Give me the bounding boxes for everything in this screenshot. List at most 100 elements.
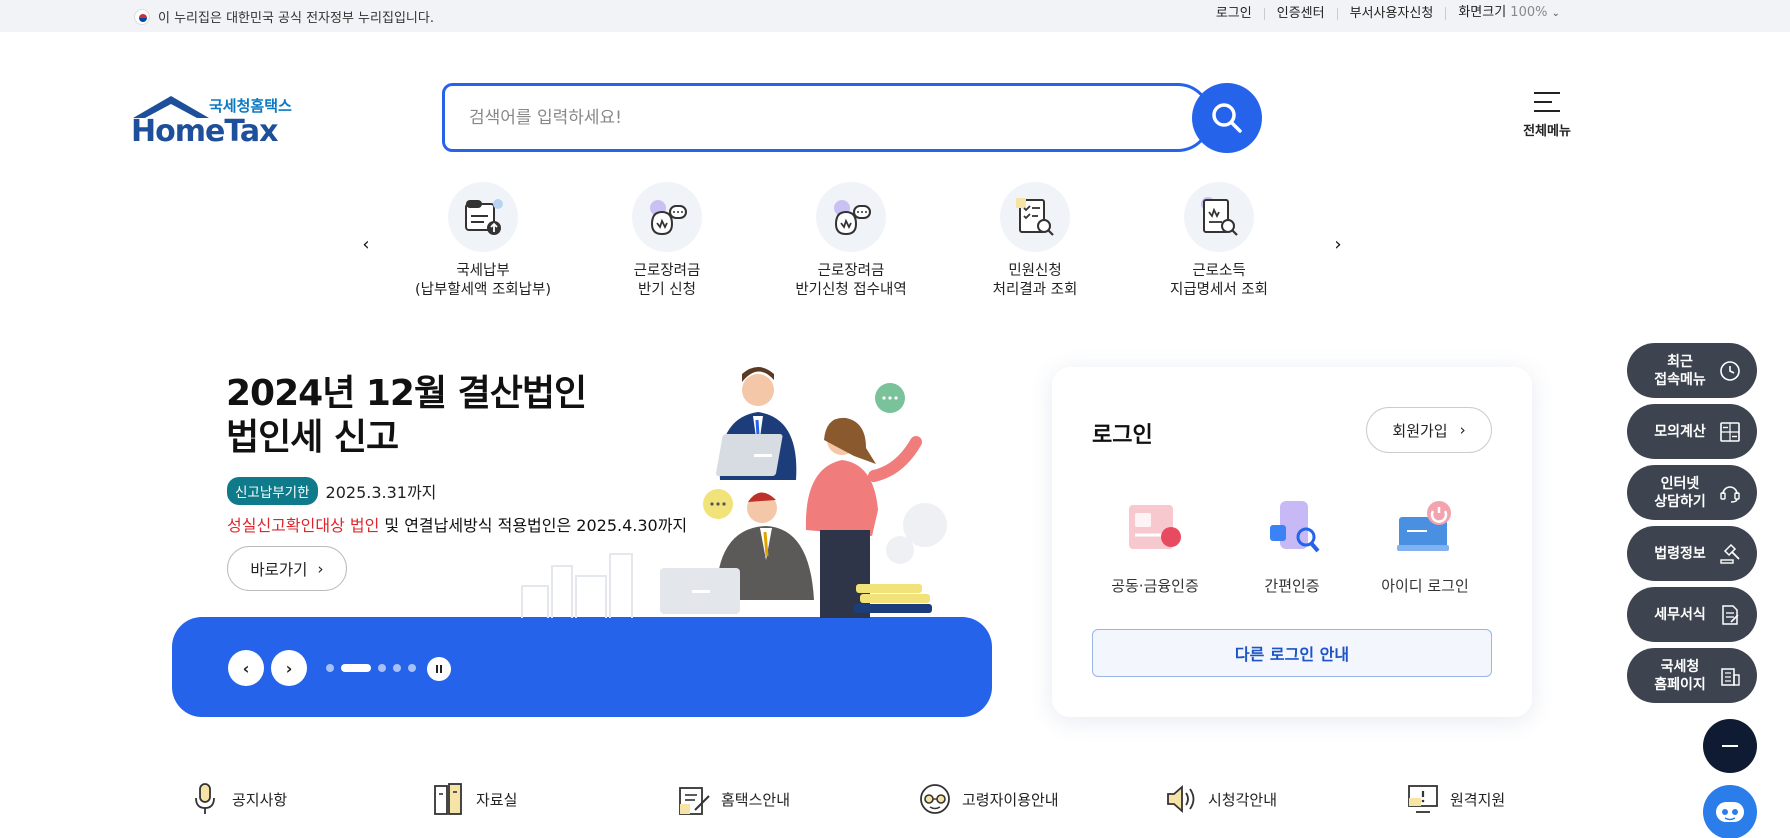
deadline-date: 2025.3.31까지 <box>325 483 437 502</box>
banner-next-button[interactable]: › <box>271 650 307 686</box>
banner-controls: ‹ › <box>172 617 992 717</box>
chevron-down-icon: ⌄ <box>1551 8 1560 19</box>
quick-item-label: 국세납부 (납부할세액 조회납부) <box>415 263 551 298</box>
side-item-label: 국세청 홈페이지 <box>1654 658 1706 693</box>
hometax-logo[interactable]: 국세청홈택스 HomeTax <box>131 92 293 149</box>
banner-prev-button[interactable]: ‹ <box>228 650 264 686</box>
go-button-label: 바로가기 <box>250 560 308 579</box>
login-title: 로그인 <box>1092 423 1153 448</box>
form-icon <box>1722 605 1739 625</box>
gov-notice: 이 누리집은 대한민국 공식 전자정부 누리집입니다. <box>158 11 434 26</box>
quick-prev-button[interactable]: ‹ <box>356 234 376 255</box>
side-calculator[interactable]: 모의계산 <box>1627 404 1757 459</box>
chatbot-button[interactable] <box>1703 785 1757 838</box>
login-option-label: 공동·금융인증 <box>1111 577 1199 595</box>
pagination-dot[interactable] <box>326 664 334 672</box>
quick-item-incentive-apply[interactable]: 근로장려금 반기 신청 <box>577 182 757 300</box>
top-cert-center-link[interactable]: 인증센터 <box>1263 7 1337 20</box>
side-nts-homepage[interactable]: 국세청 홈페이지 <box>1627 648 1757 703</box>
bottom-link-senior[interactable]: 고령자이용안내 <box>918 782 1059 816</box>
join-button[interactable]: 회원가입 › <box>1366 407 1492 453</box>
quick-item-income-statement[interactable]: 근로소득 지급명세서 조회 <box>1129 182 1309 300</box>
login-option-id[interactable]: 아이디 로그인 <box>1360 495 1490 596</box>
id-login-icon <box>1393 495 1457 559</box>
remote-support-icon <box>1408 785 1438 813</box>
join-button-label: 회원가입 <box>1392 421 1448 440</box>
bottom-link-audiovisual[interactable]: 시청각안내 <box>1164 782 1277 816</box>
gavel-icon <box>1720 543 1740 564</box>
bottom-link-label: 고령자이용안내 <box>962 790 1059 809</box>
screen-size-control[interactable]: 화면크기 100% ⌄ <box>1445 5 1572 20</box>
hamburger-icon <box>1534 92 1560 112</box>
login-option-certificate[interactable]: 공동·금융인증 <box>1090 495 1220 596</box>
top-login-link[interactable]: 로그인 <box>1204 7 1264 20</box>
building-icon <box>1721 668 1740 686</box>
civil-result-icon <box>1000 182 1070 252</box>
search-button[interactable] <box>1192 83 1262 153</box>
incentive-apply-icon <box>632 182 702 252</box>
pagination-dot[interactable] <box>408 664 416 672</box>
search-box <box>442 83 1212 152</box>
login-card: 로그인 회원가입 › 공동·금융인증 간편인증 아이디 로그인 다른 로그인 안… <box>1052 367 1532 717</box>
chevron-right-icon: › <box>285 658 293 678</box>
chevron-right-icon: › <box>1459 421 1466 439</box>
login-option-simple[interactable]: 간편인증 <box>1227 495 1357 596</box>
banner-pause-button[interactable] <box>427 657 451 681</box>
gov-banner: 이 누리집은 대한민국 공식 전자정부 누리집입니다. 로그인 인증센터 부서사… <box>0 0 1790 32</box>
login-option-label: 간편인증 <box>1264 577 1320 595</box>
bottom-link-label: 홈택스안내 <box>721 790 791 809</box>
chatbot-icon <box>1716 802 1744 822</box>
bottom-link-notice[interactable]: 공지사항 <box>188 782 287 816</box>
logo-title: HomeTax <box>131 114 279 149</box>
login-option-label: 아이디 로그인 <box>1381 577 1469 595</box>
bottom-link-remote-support[interactable]: 원격지원 <box>1406 782 1505 816</box>
speaker-icon <box>1167 785 1195 813</box>
pagination-dot[interactable] <box>378 664 386 672</box>
pause-icon <box>436 665 438 673</box>
side-law-info[interactable]: 법령정보 <box>1627 526 1757 581</box>
zoom-value: 100% <box>1510 5 1548 20</box>
top-dept-user-link[interactable]: 부서사용자신청 <box>1336 7 1446 20</box>
side-tax-forms[interactable]: 세무서식 <box>1627 587 1757 642</box>
pagination-dot-active[interactable] <box>341 664 371 672</box>
deadline-badge: 신고납부기한 <box>227 477 318 505</box>
guide-icon <box>679 787 710 815</box>
incentive-history-icon <box>816 182 886 252</box>
tax-payment-icon <box>448 182 518 252</box>
pagination-dot[interactable] <box>393 664 401 672</box>
certificate-icon <box>1123 495 1187 559</box>
microphone-icon <box>195 783 215 814</box>
senior-icon <box>920 784 950 814</box>
deadline-row: 신고납부기한 2025.3.31까지 <box>227 477 436 505</box>
income-statement-icon <box>1184 182 1254 252</box>
minus-icon <box>1722 745 1738 747</box>
bottom-link-label: 원격지원 <box>1450 790 1506 809</box>
quick-item-tax-payment[interactable]: 국세납부 (납부할세액 조회납부) <box>393 182 573 300</box>
screen-size-label: 화면크기 <box>1458 5 1507 20</box>
quick-item-civil-result[interactable]: 민원신청 처리결과 조회 <box>945 182 1125 300</box>
quick-item-incentive-history[interactable]: 근로장려금 반기신청 접수내역 <box>761 182 941 300</box>
calculator-icon <box>1720 422 1740 442</box>
bottom-link-label: 시청각안내 <box>1208 790 1278 809</box>
bottom-link-label: 공지사항 <box>232 790 288 809</box>
banner-illustration <box>520 360 980 618</box>
bottom-link-archive[interactable]: 자료실 <box>432 782 517 816</box>
all-menu-button[interactable]: 전체메뉴 <box>1520 92 1574 139</box>
quick-item-label: 근로소득 지급명세서 조회 <box>1170 263 1268 298</box>
search-input[interactable] <box>469 104 1109 132</box>
search-icon <box>1212 103 1242 133</box>
quick-item-label: 근로장려금 반기 신청 <box>633 263 701 298</box>
chevron-right-icon: › <box>317 559 324 578</box>
side-item-label: 인터넷 상담하기 <box>1654 475 1706 510</box>
go-button[interactable]: 바로가기 › <box>227 546 347 591</box>
other-login-button[interactable]: 다른 로그인 안내 <box>1092 629 1492 677</box>
side-consult[interactable]: 인터넷 상담하기 <box>1627 465 1757 520</box>
side-menu-collapse-button[interactable] <box>1703 719 1757 773</box>
clock-icon <box>1720 361 1740 381</box>
bottom-link-guide[interactable]: 홈택스안내 <box>677 782 790 816</box>
simple-auth-icon <box>1260 495 1324 559</box>
side-recent-menu[interactable]: 최근 접속메뉴 <box>1627 343 1757 398</box>
quick-next-button[interactable]: › <box>1328 234 1348 255</box>
side-item-label: 세무서식 <box>1654 606 1706 623</box>
bottom-link-label: 자료실 <box>476 790 518 809</box>
